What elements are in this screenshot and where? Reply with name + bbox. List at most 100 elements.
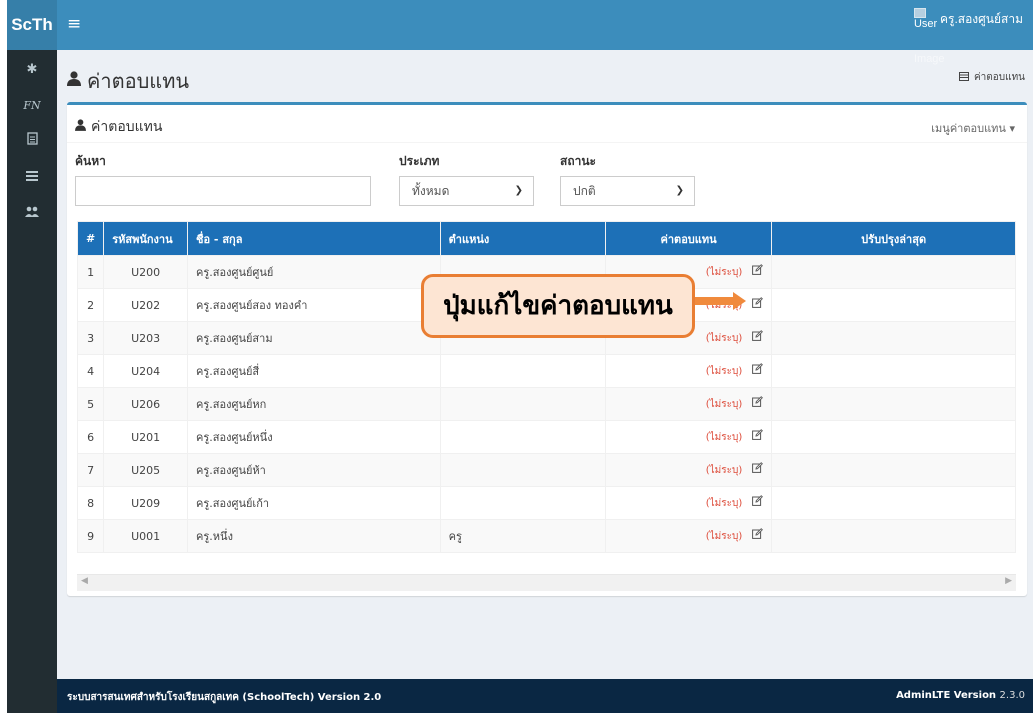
last-updated-cell — [771, 420, 1016, 454]
row-number: 5 — [76, 387, 105, 421]
top-navbar: ScTh ≡ User Image ครู.สองศูนย์สาม — [7, 0, 1033, 65]
compensation-value: (ไม่ระบุ) — [705, 531, 743, 542]
scroll-right-icon[interactable]: ▶ — [1005, 576, 1012, 586]
table-row: 8 U209 ครู.สองศูนย์เก้า (ไม่ระบุ) — [76, 486, 1016, 520]
employee-code: U203 — [103, 321, 189, 355]
employee-position — [439, 486, 606, 520]
footer-version-label: AdminLTE Version — [896, 690, 997, 701]
last-updated-cell — [771, 519, 1016, 553]
last-updated-cell — [771, 255, 1016, 289]
edit-icon[interactable] — [752, 330, 764, 344]
table-row: 9 U001 ครู.หนึ่ง ครู (ไม่ระบุ) — [76, 519, 1016, 553]
table-row: 4 U204 ครู.สองศูนย์สี่ (ไม่ระบุ) — [76, 354, 1016, 388]
footer-system-name: ระบบสารสนเทศสำหรับโรงเรียนสกูลเทค (Schoo… — [67, 692, 382, 703]
row-number: 3 — [76, 321, 105, 355]
sidebar: ✱ FN — [7, 50, 57, 713]
employee-code: U001 — [103, 519, 189, 553]
edit-icon[interactable] — [752, 495, 764, 509]
row-number: 4 — [76, 354, 105, 388]
row-number: 7 — [76, 453, 105, 487]
users-icon[interactable] — [7, 196, 57, 232]
box-title-text: ค่าตอบแทน — [91, 119, 163, 135]
col-header-employee-code[interactable]: รหัสพนักงาน — [103, 221, 189, 256]
employee-name: ครู.สองศูนย์สาม — [187, 321, 441, 355]
col-header-name[interactable]: ชื่อ - สกุล — [187, 221, 441, 256]
employee-name: ครู.สองศูนย์เก้า — [187, 486, 441, 520]
table-row: 6 U201 ครู.สองศูนย์หนึ่ง (ไม่ระบุ) — [76, 420, 1016, 454]
col-header-number[interactable]: # — [76, 221, 105, 256]
content-header: ค่าตอบแทน ค่าตอบแทน — [57, 50, 1033, 102]
box-header: ค่าตอบแทน เมนูค่าตอบแทน ▾ — [67, 105, 1027, 143]
status-label: สถานะ — [560, 154, 596, 168]
type-label: ประเภท — [399, 154, 440, 168]
search-input[interactable] — [75, 176, 371, 206]
compensation-cell: (ไม่ระบุ) — [604, 519, 773, 553]
file-icon[interactable] — [7, 124, 57, 160]
employee-code: U202 — [103, 288, 189, 322]
col-header-position[interactable]: ตำแหน่ง — [439, 221, 606, 256]
edit-icon[interactable] — [752, 396, 764, 410]
breadcrumb-item[interactable]: ค่าตอบแทน — [974, 70, 1025, 85]
list-icon[interactable] — [7, 160, 57, 196]
employee-code: U206 — [103, 387, 189, 421]
col-header-last-updated[interactable]: ปรับปรุงล่าสุด — [771, 221, 1016, 256]
edit-icon[interactable] — [752, 297, 764, 311]
last-updated-cell — [771, 354, 1016, 388]
fn-icon[interactable]: FN — [7, 88, 57, 124]
avatar-alt-text: User — [913, 18, 938, 30]
employee-position — [439, 354, 606, 388]
employee-position — [439, 420, 606, 454]
breadcrumb[interactable]: ค่าตอบแทน — [958, 70, 1025, 85]
last-updated-cell — [771, 288, 1016, 322]
edit-icon[interactable] — [752, 462, 764, 476]
employee-code: U200 — [103, 255, 189, 289]
callout-arrow — [695, 297, 735, 305]
col-header-compensation[interactable]: ค่าตอบแทน — [604, 221, 773, 256]
status-select[interactable]: ปกติ ❯ — [560, 176, 695, 206]
edit-icon[interactable] — [752, 528, 764, 542]
dashboard-icon[interactable]: ✱ — [7, 52, 57, 88]
edit-icon[interactable] — [752, 264, 764, 278]
box-title: ค่าตอบแทน — [75, 116, 162, 138]
row-number: 1 — [76, 255, 105, 289]
compensation-cell: (ไม่ระบุ) — [604, 354, 773, 388]
edit-icon[interactable] — [752, 363, 764, 377]
type-selected-value: ทั้งหมด — [412, 184, 450, 198]
horizontal-scrollbar[interactable]: ◀ ▶ — [77, 574, 1016, 591]
employee-code: U204 — [103, 354, 189, 388]
compensation-cell: (ไม่ระบุ) — [604, 486, 773, 520]
last-updated-cell — [771, 486, 1016, 520]
avatar: User Image — [913, 8, 945, 65]
footer-version: AdminLTE Version 2.3.0 — [896, 690, 1025, 701]
compensation-cell: (ไม่ระบุ) — [604, 453, 773, 487]
compensation-value: (ไม่ระบุ) — [705, 267, 743, 278]
page-title-text: ค่าตอบแทน — [87, 69, 190, 93]
employee-position — [439, 453, 606, 487]
employee-position — [439, 387, 606, 421]
table-icon — [958, 71, 969, 84]
menu-icon[interactable]: ≡ — [67, 14, 81, 34]
compensation-value: (ไม่ระบุ) — [705, 399, 743, 410]
table-row: 7 U205 ครู.สองศูนย์ห้า (ไม่ระบุ) — [76, 453, 1016, 487]
user-name: ครู.สองศูนย์สาม — [939, 12, 1023, 26]
compensation-menu-dropdown[interactable]: เมนูค่าตอบแทน ▾ — [931, 119, 1015, 137]
row-number: 9 — [76, 519, 105, 553]
user-menu[interactable]: User Image ครู.สองศูนย์สาม — [913, 8, 1023, 65]
employee-name: ครู.สองศูนย์ห้า — [187, 453, 441, 487]
employee-name: ครู.หนึ่ง — [187, 519, 441, 553]
user-icon — [67, 71, 81, 91]
employee-position: ครู — [439, 519, 606, 553]
employee-name: ครู.สองศูนย์สี่ — [187, 354, 441, 388]
type-select[interactable]: ทั้งหมด ❯ — [399, 176, 534, 206]
app-logo[interactable]: ScTh — [7, 0, 57, 50]
scroll-left-icon[interactable]: ◀ — [81, 576, 88, 586]
compensation-value: (ไม่ระบุ) — [705, 333, 743, 344]
edit-compensation-callout: ปุ่มแก้ไขค่าตอบแทน — [421, 274, 695, 338]
menu-label: เมนูค่าตอบแทน — [931, 122, 1006, 135]
edit-icon[interactable] — [752, 429, 764, 443]
last-updated-cell — [771, 321, 1016, 355]
callout-arrow-head — [733, 292, 746, 310]
table-header-row: # รหัสพนักงาน ชื่อ - สกุล ตำแหน่ง ค่าตอบ… — [76, 221, 1016, 256]
compensation-cell: (ไม่ระบุ) — [604, 420, 773, 454]
compensation-cell: (ไม่ระบุ) — [604, 387, 773, 421]
